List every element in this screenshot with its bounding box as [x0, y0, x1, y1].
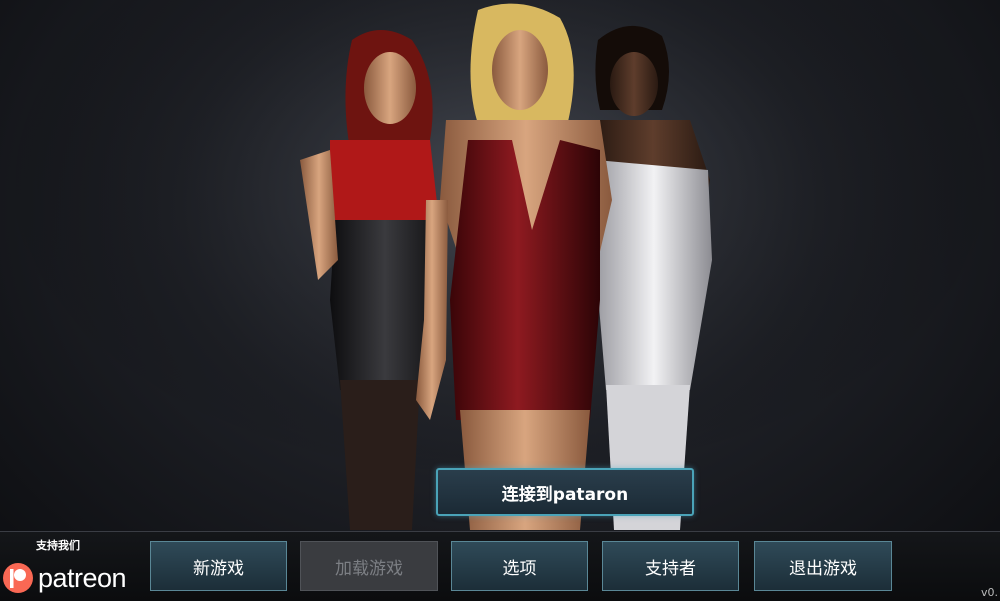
version-label: v0.	[980, 586, 998, 599]
options-button[interactable]: 选项	[451, 541, 588, 591]
supporters-button[interactable]: 支持者	[602, 541, 739, 591]
connect-patreon-button[interactable]: 连接到pataron	[436, 468, 694, 516]
exit-game-button[interactable]: 退出游戏	[754, 541, 892, 591]
support-us-label: 支持我们	[36, 539, 80, 552]
load-game-button[interactable]: 加载游戏	[300, 541, 438, 591]
new-game-button[interactable]: 新游戏	[150, 541, 287, 591]
patreon-logo-link[interactable]: patreon	[2, 560, 127, 596]
patreon-icon	[3, 563, 33, 593]
patreon-wordmark: patreon	[38, 562, 127, 593]
